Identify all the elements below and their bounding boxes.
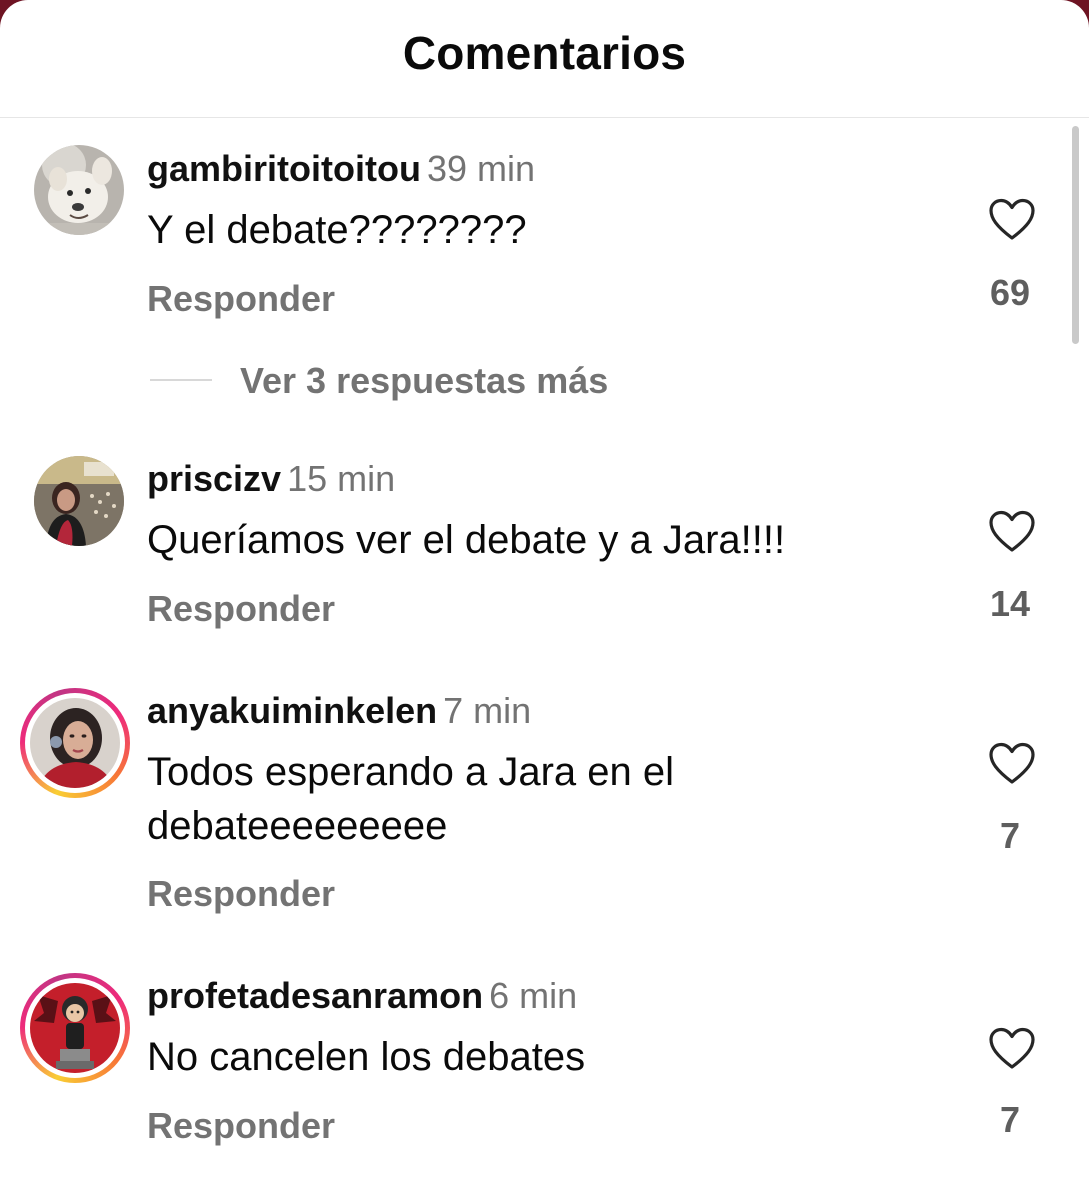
like-count: 14: [989, 583, 1031, 624]
comment-text: Queríamos ver el debate y a Jara!!!!: [147, 518, 786, 562]
page-title: Comentarios: [402, 27, 687, 79]
comment-meta: gambiritoitoitou 39 min: [147, 148, 535, 190]
like-count: 7: [999, 815, 1021, 856]
scrollbar[interactable]: [1072, 126, 1079, 344]
comment-time: 6 min: [489, 975, 578, 1016]
view-more-replies-label[interactable]: Ver 3 respuestas más: [240, 360, 608, 402]
comment-text: Todos esperando a Jara en el debateeeeee…: [147, 750, 675, 848]
heart-icon[interactable]: [988, 510, 1036, 554]
comments-header: Comentarios: [0, 0, 1089, 118]
comment-time: 15 min: [287, 458, 396, 499]
comment-username[interactable]: profetadesanramon: [147, 975, 483, 1016]
heart-icon[interactable]: [988, 742, 1036, 786]
woman-photo-avatar[interactable]: [30, 698, 120, 788]
reply-button[interactable]: Responder: [147, 1105, 335, 1147]
stadium-photo-avatar[interactable]: [34, 456, 124, 546]
reply-button[interactable]: Responder: [147, 588, 335, 630]
comment-meta: priscizv 15 min: [147, 458, 395, 500]
heart-icon[interactable]: [988, 198, 1036, 242]
comment-meta: profetadesanramon 6 min: [147, 975, 577, 1017]
heart-icon[interactable]: [988, 1027, 1036, 1071]
figure-on-red-avatar[interactable]: [30, 983, 120, 1073]
replies-divider-line: [150, 379, 212, 381]
comment-username[interactable]: gambiritoitoitou: [147, 148, 421, 189]
reply-button[interactable]: Responder: [147, 278, 335, 320]
dog-photo-avatar[interactable]: [34, 145, 124, 235]
comment-time: 7 min: [443, 690, 532, 731]
comment-time: 39 min: [426, 148, 536, 189]
like-count: 7: [999, 1099, 1021, 1140]
comments-sheet: Comentarios gambiritoitoitou 39 min Y el …: [0, 0, 1089, 1200]
comment-username[interactable]: anyakuiminkelen: [147, 690, 437, 731]
comment-meta: anyakuiminkelen 7 min: [147, 690, 531, 732]
reply-button[interactable]: Responder: [147, 873, 335, 915]
comment-text: Y el debate????????: [147, 208, 527, 252]
comment-username[interactable]: priscizv: [147, 458, 281, 499]
comment-text: No cancelen los debates: [147, 1035, 586, 1079]
story-ring[interactable]: [20, 973, 130, 1083]
like-count: 69: [989, 272, 1031, 313]
story-ring[interactable]: [20, 688, 130, 798]
